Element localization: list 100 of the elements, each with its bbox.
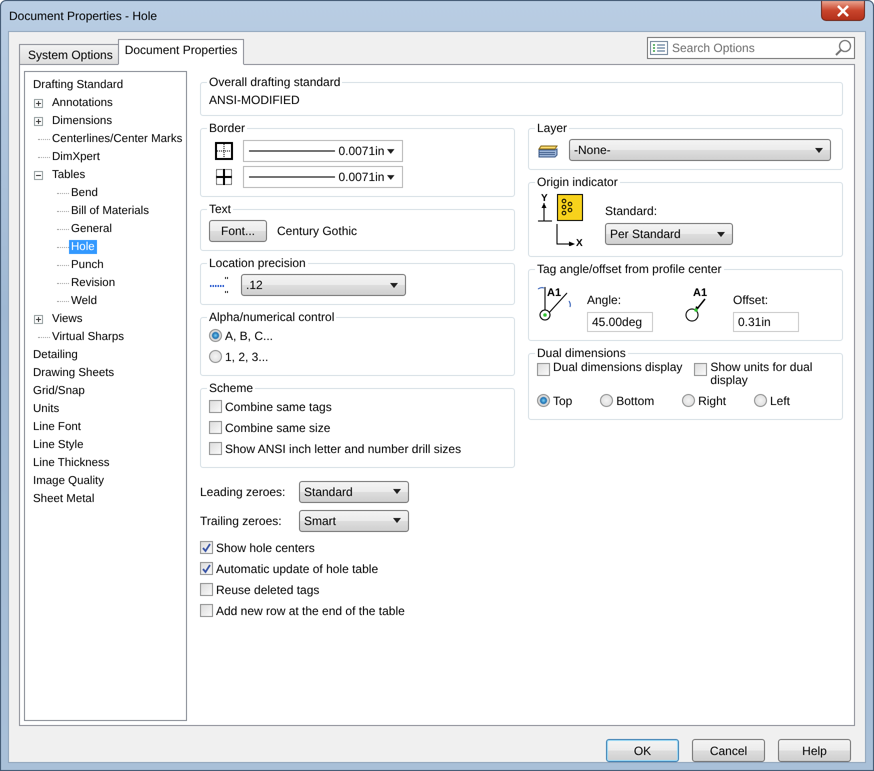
tree-item[interactable]: Drafting Standard — [31, 78, 126, 92]
tree-item[interactable]: Line Style — [31, 438, 86, 452]
tree-item[interactable]: Line Thickness — [31, 456, 112, 470]
checkbox[interactable] — [694, 363, 708, 376]
border-inner-icon — [215, 168, 233, 186]
tree-item[interactable]: General — [69, 222, 114, 236]
checkbox[interactable] — [209, 421, 222, 434]
close-icon — [836, 4, 850, 16]
field-label: Offset: — [733, 293, 770, 307]
checkbox[interactable] — [209, 442, 222, 455]
dialog-button[interactable]: OK — [606, 739, 679, 762]
checkbox[interactable] — [200, 562, 213, 575]
caret-icon — [717, 232, 725, 236]
radio-button[interactable] — [537, 394, 550, 407]
caret-icon — [393, 518, 401, 523]
radio-label: Left — [770, 394, 790, 408]
tree-item[interactable]: Grid/Snap — [31, 384, 87, 398]
checkbox-label: Automatic update of hole table — [216, 562, 378, 576]
tree-item[interactable]: DimXpert — [50, 150, 102, 164]
search-field[interactable]: Search Options — [647, 37, 855, 59]
line-weight-dropdown[interactable]: 0.0071in — [243, 166, 403, 188]
group-label: Alpha/numerical control — [208, 310, 336, 324]
field-label: Standard: — [605, 204, 658, 218]
radio-button[interactable] — [209, 329, 222, 342]
angle-field[interactable]: 45.00deg — [587, 312, 653, 332]
list-icon — [650, 41, 668, 55]
expander-icon[interactable] — [34, 314, 43, 324]
expander-icon[interactable] — [34, 116, 43, 126]
radio-button[interactable] — [209, 350, 222, 363]
line-weight-dropdown[interactable]: 0.0071in — [243, 140, 403, 162]
group-label: Location precision — [208, 256, 307, 270]
checkbox[interactable] — [209, 400, 222, 413]
checkbox[interactable] — [200, 604, 213, 617]
offset-field[interactable]: 0.31in — [733, 312, 799, 332]
standard-dropdown[interactable]: Per Standard — [605, 223, 733, 245]
font-button[interactable]: Font... — [209, 220, 267, 242]
group-label: Overall drafting standard — [208, 75, 342, 89]
checkbox[interactable] — [537, 363, 550, 376]
checkbox[interactable] — [200, 583, 213, 596]
tab[interactable]: System Options — [19, 44, 119, 65]
caret-icon — [387, 148, 395, 154]
caret-icon — [815, 148, 823, 152]
tree-item[interactable]: Dimensions — [50, 114, 114, 128]
group-label: Text — [208, 202, 232, 216]
group-label: Layer — [536, 121, 568, 135]
tag-offset-drawing: A1 — [683, 283, 723, 323]
tree-item[interactable]: Drawing Sheets — [31, 366, 116, 380]
zeroes-dropdown[interactable]: Standard — [299, 480, 409, 502]
radio-label: 1, 2, 3... — [225, 350, 268, 364]
group-label: Tag angle/offset from profile center — [536, 262, 723, 276]
tree-item[interactable]: Detailing — [31, 348, 80, 362]
radio-label: Bottom — [616, 394, 654, 408]
tree-item[interactable]: Views — [50, 312, 84, 326]
dialog-button[interactable]: Help — [778, 739, 851, 762]
checkbox-label: Show units for dual display — [710, 361, 814, 387]
checkbox-label: Show hole centers — [216, 540, 315, 554]
tree-item[interactable]: Bill of Materials — [69, 204, 151, 218]
tree-item[interactable]: Tables — [50, 168, 88, 182]
layer-dropdown[interactable]: -None- — [569, 139, 831, 161]
radio-button[interactable] — [600, 394, 614, 407]
radio-button[interactable] — [754, 394, 767, 407]
tree-item[interactable]: Annotations — [50, 96, 115, 110]
group-label: Origin indicator — [536, 175, 619, 189]
checkbox-label: Combine same size — [225, 420, 330, 434]
radio-label: A, B, C... — [225, 328, 274, 342]
close-button[interactable] — [821, 1, 865, 21]
standard-value: ANSI-MODIFIED — [209, 92, 301, 107]
radio-button[interactable] — [682, 394, 696, 407]
field-label: Angle: — [587, 293, 622, 307]
checkbox-label: Add new row at the end of the table — [216, 604, 405, 618]
tree-item[interactable]: Sheet Metal — [31, 492, 96, 506]
window-title: Document Properties - Hole — [8, 9, 158, 23]
search-icon — [834, 39, 852, 57]
dialog-button[interactable]: Cancel — [692, 739, 765, 762]
caret-icon — [390, 282, 398, 288]
tree-item[interactable]: Image Quality — [31, 474, 106, 488]
caret-icon — [387, 174, 395, 180]
tree-item[interactable]: Virtual Sharps — [50, 330, 126, 344]
tree-item[interactable]: Bend — [69, 186, 100, 200]
font-name: Century Gothic — [277, 224, 358, 238]
checkbox-label: Reuse deleted tags — [216, 582, 320, 596]
tree-item[interactable]: Revision — [69, 276, 118, 290]
expander-icon[interactable] — [34, 170, 43, 180]
group-label: Border — [208, 121, 246, 135]
checkbox[interactable] — [200, 541, 213, 554]
field-label: Leading zeroes: — [200, 484, 286, 498]
group-label: Dual dimensions — [536, 346, 627, 360]
zeroes-dropdown[interactable]: Smart — [299, 510, 409, 532]
expander-icon[interactable] — [34, 98, 43, 108]
tree-item[interactable]: Units — [31, 402, 62, 416]
border-outer-icon — [215, 142, 233, 160]
tree-item[interactable]: Weld — [69, 294, 99, 308]
tree-item[interactable]: Centerlines/Center Marks — [50, 132, 184, 146]
checkbox-label: Show ANSI inch letter and number drill sizes — [225, 442, 462, 456]
tag-angle-drawing: A1 — [537, 283, 577, 323]
tree-item[interactable]: Punch — [69, 258, 106, 272]
tree-item[interactable]: Line Font — [31, 420, 83, 434]
tab[interactable]: Document Properties — [118, 39, 244, 65]
precision-icon — [209, 275, 231, 295]
precision-dropdown[interactable]: .12 — [241, 274, 406, 296]
